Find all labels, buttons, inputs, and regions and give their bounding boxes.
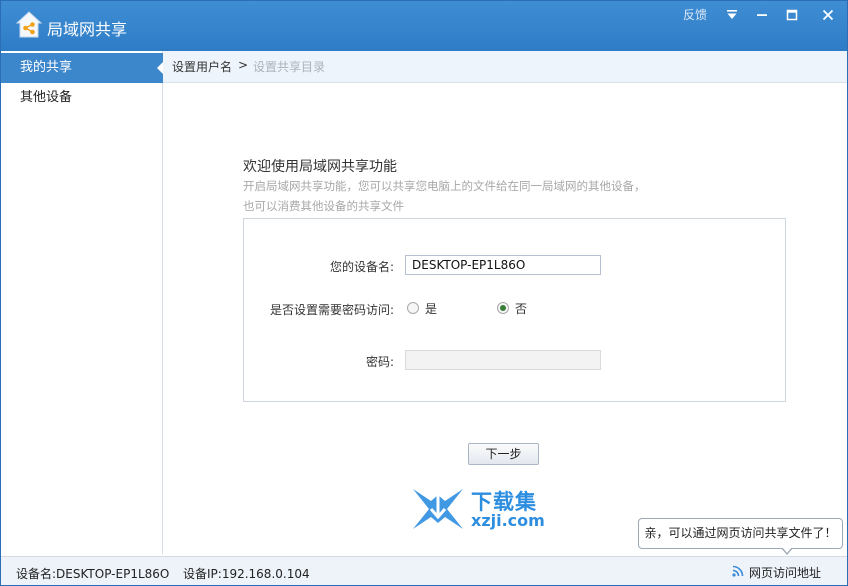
status-device-name: 设备名:DESKTOP-EP1L86O [16, 567, 170, 581]
radio-yes-label: 是 [425, 302, 438, 316]
password-field[interactable] [405, 350, 601, 370]
maximize-icon[interactable] [783, 7, 801, 23]
menu-down-icon[interactable] [723, 7, 741, 23]
app-title: 局域网共享 [47, 20, 128, 39]
breadcrumb-separator: > [238, 58, 249, 72]
web-access-link[interactable]: 网页访问地址 [749, 564, 821, 581]
radio-no-label: 否 [515, 302, 528, 316]
sidebar-item-my-share[interactable]: 我的共享 [1, 53, 164, 83]
sidebar-item-label: 我的共享 [20, 60, 73, 75]
sidebar: 我的共享 其他设备 [1, 51, 164, 554]
device-name-label: 您的设备名: [329, 260, 394, 274]
sidebar-item-other-devices[interactable]: 其他设备 [1, 83, 163, 113]
tooltip-arrow [781, 547, 793, 555]
close-icon[interactable] [819, 7, 837, 23]
password-required-label: 是否设置需要密码访问: [269, 303, 394, 317]
radio-yes[interactable] [407, 302, 419, 314]
download-arrow-logo-icon [413, 489, 463, 529]
minimize-icon[interactable] [753, 7, 771, 23]
rss-icon[interactable] [732, 565, 744, 577]
feedback-button[interactable]: 反馈 [681, 7, 709, 23]
breadcrumb-step-share-dir: 设置共享目录 [253, 60, 326, 74]
device-name-field[interactable]: DESKTOP-EP1L86O [405, 255, 601, 275]
watermark-text-en: xzji.com [471, 511, 545, 530]
status-device-ip: 设备IP:192.168.0.104 [183, 567, 310, 581]
welcome-desc-line1: 开启局域网共享功能，您可以共享您电脑上的文件给在同一局域网的其他设备， [243, 179, 646, 193]
home-share-logo-icon [16, 11, 42, 38]
breadcrumb: 设置用户名 > 设置共享目录 [163, 51, 847, 83]
tooltip-text: 亲，可以通过网页访问共享文件了！ [644, 526, 837, 540]
status-bar: 设备名:DESKTOP-EP1L86O 设备IP:192.168.0.104 [1, 556, 847, 585]
welcome-desc-line2: 也可以消费其他设备的共享文件 [243, 199, 404, 213]
web-access-tooltip: 亲，可以通过网页访问共享文件了！ [638, 518, 843, 555]
radio-no[interactable] [497, 302, 509, 314]
next-step-button[interactable]: 下一步 [468, 443, 539, 465]
app-window: 局域网共享 反馈 我的共享 其他设备 设置用户名 > 设置共享目录 欢迎使用局域… [0, 0, 848, 586]
settings-form: 您的设备名: DESKTOP-EP1L86O 是否设置需要密码访问: 是 否 密… [243, 218, 786, 402]
password-label: 密码: [365, 355, 394, 369]
breadcrumb-step-username: 设置用户名 [172, 60, 233, 74]
sidebar-item-label: 其他设备 [20, 90, 73, 105]
title-bar: 局域网共享 反馈 [1, 1, 847, 51]
welcome-title: 欢迎使用局域网共享功能 [243, 159, 397, 175]
